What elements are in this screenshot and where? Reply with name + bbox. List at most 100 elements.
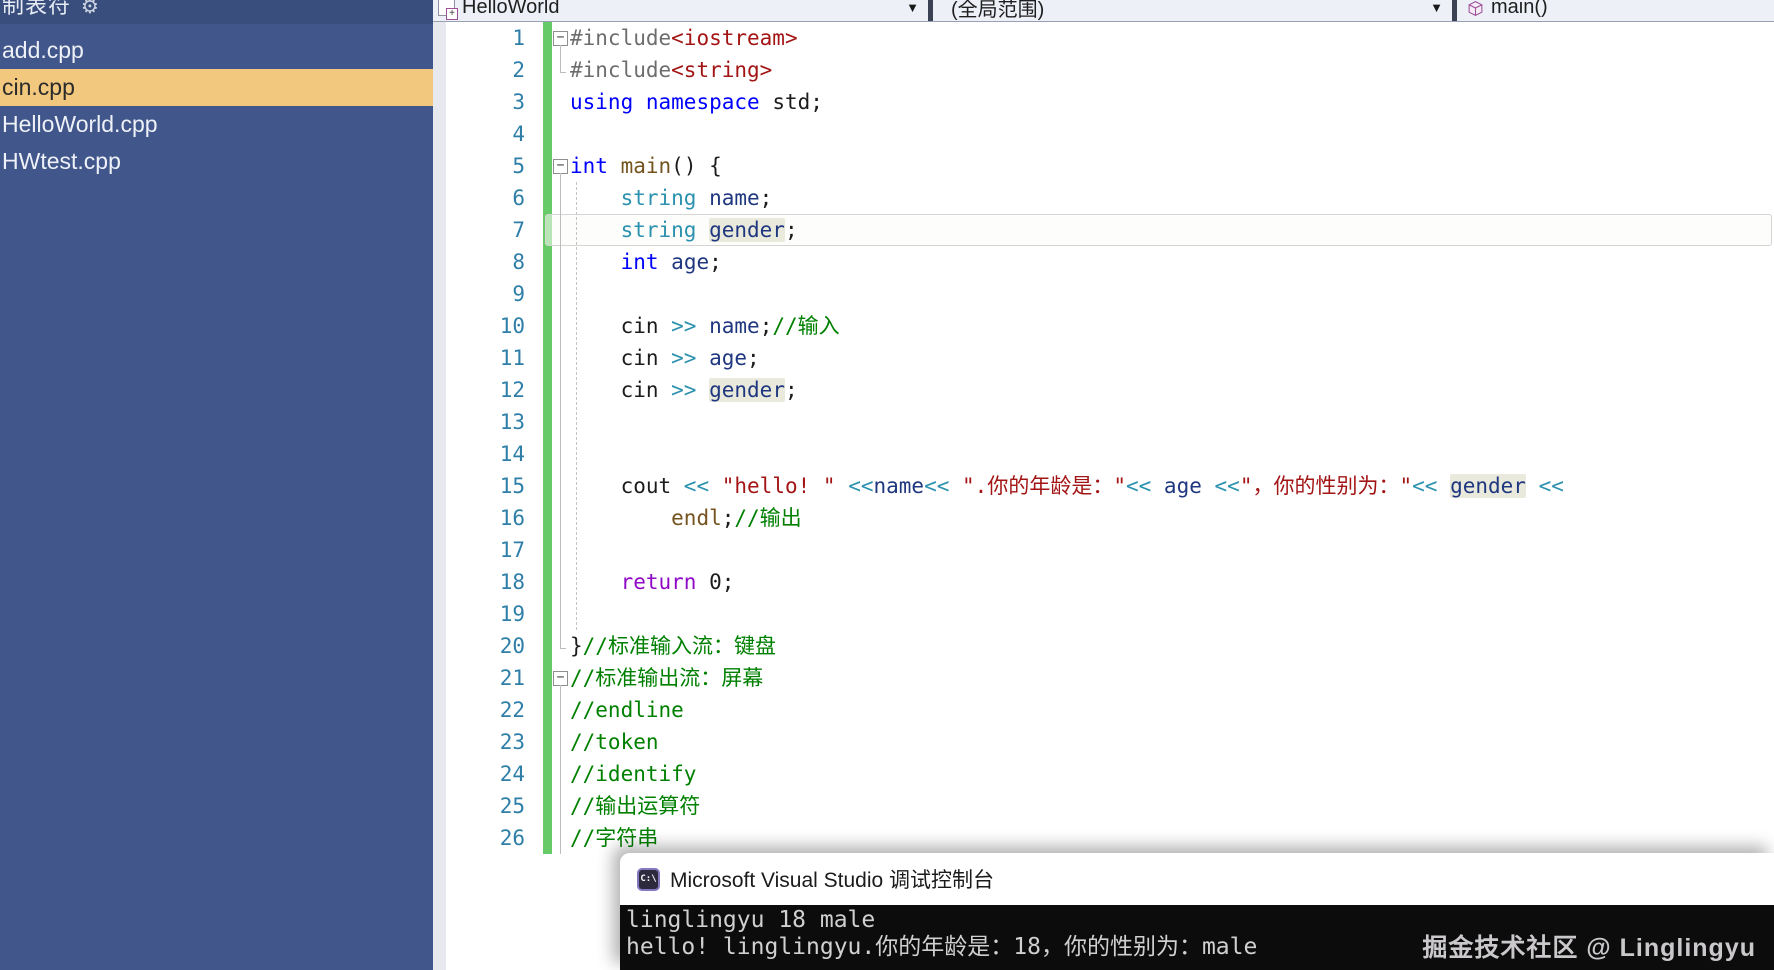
code-line-21[interactable]: 21 //标准输出流：屏幕 [433,662,1774,694]
file-item-HWtest.cpp[interactable]: HWtest.cpp [0,143,433,180]
fold-collapse-icon[interactable] [552,662,570,694]
project-dropdown[interactable]: HelloWorld ▼ [433,0,928,21]
editor-navigation-bar: HelloWorld ▼ (全局范围) ▼ main() [433,0,1774,22]
gear-icon[interactable]: ⚙ [81,0,99,19]
code-line-12[interactable]: 12 cin >> gender; [433,374,1774,406]
chevron-down-icon[interactable]: ▼ [1430,0,1443,15]
code-line-2[interactable]: 2#include<string> [433,54,1774,86]
code-text: //token [570,726,659,758]
file-item-cin.cpp[interactable]: cin.cpp [0,69,433,106]
fold-guide [552,406,570,438]
project-icon [438,0,455,16]
change-bar [543,566,552,598]
line-number: 17 [433,534,525,566]
fold-guide [552,374,570,406]
code-area: 1#include<iostream>2#include<string>3usi… [433,22,1774,854]
change-bar [543,470,552,502]
line-number: 24 [433,758,525,790]
code-text: //输出运算符 [570,790,700,822]
code-line-9[interactable]: 9 [433,278,1774,310]
code-line-13[interactable]: 13 [433,406,1774,438]
change-bar [543,406,552,438]
code-text: //endline [570,694,684,726]
change-bar [543,598,552,630]
change-bar [543,790,552,822]
code-text: cout << "hello! " <<name<< ".你的年龄是："<< a… [570,470,1564,502]
line-number: 7 [433,214,525,246]
code-text: endl;//输出 [570,502,802,534]
fold-guide [552,310,570,342]
code-line-14[interactable]: 14 [433,438,1774,470]
code-text: cin >> name;//输入 [570,310,840,342]
change-bar [543,214,552,246]
console-app-icon: C:\ [637,868,660,891]
line-number: 10 [433,310,525,342]
fold-collapse-icon[interactable] [552,22,570,54]
sidebar-header: 制表符 ⚙ [0,0,433,24]
code-line-4[interactable]: 4 [433,118,1774,150]
line-number: 8 [433,246,525,278]
code-text: //标准输出流：屏幕 [570,662,763,694]
code-text: }//标准输入流：键盘 [570,630,776,662]
line-number: 15 [433,470,525,502]
line-number: 5 [433,150,525,182]
chevron-down-icon[interactable]: ▼ [906,0,919,15]
line-number: 12 [433,374,525,406]
file-sidebar: 制表符 ⚙ add.cppcin.cppHelloWorld.cppHWtest… [0,0,433,970]
file-item-HelloWorld.cpp[interactable]: HelloWorld.cpp [0,106,433,143]
code-line-23[interactable]: 23//token [433,726,1774,758]
change-bar [543,22,552,54]
change-bar [543,86,552,118]
code-line-15[interactable]: 15 cout << "hello! " <<name<< ".你的年龄是："<… [433,470,1774,502]
line-number: 1 [433,22,525,54]
code-text: //字符串 [570,822,658,854]
code-text: #include<string> [570,54,772,86]
console-output[interactable]: linglingyu 18 malehello! linglingyu.你的年龄… [620,905,1774,970]
code-line-24[interactable]: 24//identify [433,758,1774,790]
code-line-26[interactable]: 26//字符串 [433,822,1774,854]
code-editor[interactable]: 1#include<iostream>2#include<string>3usi… [433,22,1774,970]
code-line-22[interactable]: 22 //endline [433,694,1774,726]
fold-guide [552,246,570,278]
scope-dropdown[interactable]: (全局范围) ▼ [933,0,1452,21]
fold-guide [552,534,570,566]
change-bar [543,54,552,86]
code-line-18[interactable]: 18 return 0; [433,566,1774,598]
code-line-7[interactable]: 7 string gender; [433,214,1774,246]
file-list: add.cppcin.cppHelloWorld.cppHWtest.cpp [0,32,433,180]
member-dropdown[interactable]: main() [1457,0,1774,21]
fold-collapse-icon[interactable] [552,150,570,182]
code-line-17[interactable]: 17 [433,534,1774,566]
code-line-3[interactable]: 3using namespace std; [433,86,1774,118]
line-number: 21 [433,662,525,694]
change-bar [543,182,552,214]
line-number: 18 [433,566,525,598]
code-line-25[interactable]: 25//输出运算符 [433,790,1774,822]
code-line-11[interactable]: 11 cin >> age; [433,342,1774,374]
fold-guide [552,86,570,118]
code-line-10[interactable]: 10 cin >> name;//输入 [433,310,1774,342]
change-bar [543,246,552,278]
fold-guide [552,278,570,310]
file-item-add.cpp[interactable]: add.cpp [0,32,433,69]
code-text: string name; [570,182,772,214]
watermark: 掘金技术社区 @ Linglingyu [1422,928,1756,964]
project-dropdown-label: HelloWorld [462,0,559,19]
line-number: 22 [433,694,525,726]
code-line-6[interactable]: 6 string name; [433,182,1774,214]
code-text: string gender; [570,214,798,246]
debug-console-window: C:\ Microsoft Visual Studio 调试控制台 lingli… [620,853,1774,970]
change-bar [543,726,552,758]
code-line-16[interactable]: 16 endl;//输出 [433,502,1774,534]
code-line-19[interactable]: 19 [433,598,1774,630]
line-number: 4 [433,118,525,150]
code-line-20[interactable]: 20}//标准输入流：键盘 [433,630,1774,662]
code-line-1[interactable]: 1#include<iostream> [433,22,1774,54]
line-number: 14 [433,438,525,470]
code-line-5[interactable]: 5int main() { [433,150,1774,182]
fold-guide [552,694,570,726]
code-line-8[interactable]: 8 int age; [433,246,1774,278]
fold-guide [552,630,570,662]
fold-guide [552,502,570,534]
console-titlebar[interactable]: C:\ Microsoft Visual Studio 调试控制台 [620,853,1774,905]
